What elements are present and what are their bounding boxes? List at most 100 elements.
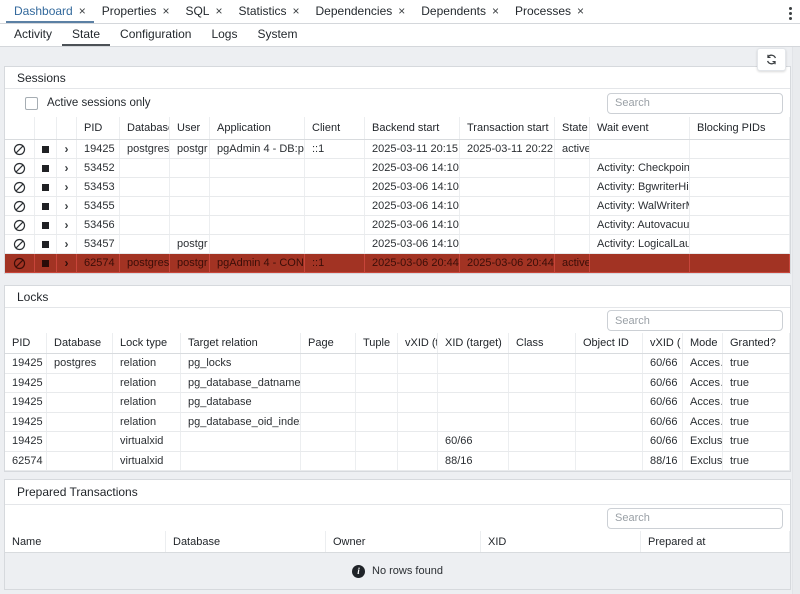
session-row[interactable]: ›53457postgr…2025-03-06 14:10:11 …Activi… (5, 235, 790, 254)
window-tab-processes[interactable]: Processes× (507, 0, 592, 23)
lock-row[interactable]: 19425relationpg_database_oid_index60/66A… (5, 413, 790, 433)
active-sessions-filter[interactable]: Active sessions only (12, 97, 151, 110)
header-cell-user[interactable]: User (170, 117, 210, 139)
terminate-session-button[interactable] (5, 140, 35, 158)
header-cell-transaction-start[interactable]: Transaction start (460, 117, 555, 139)
header-cell-target-relation[interactable]: Target relation (181, 333, 301, 353)
tab-logs[interactable]: Logs (201, 24, 247, 46)
header-cell-object-id[interactable]: Object ID (576, 333, 643, 353)
close-icon[interactable]: × (398, 5, 405, 17)
header-cell-backend-start[interactable]: Backend start (365, 117, 460, 139)
cell (398, 374, 438, 393)
header-cell-lock-type[interactable]: Lock type (113, 333, 181, 353)
kebab-menu-icon[interactable] (784, 4, 797, 23)
cancel-query-button[interactable] (35, 235, 57, 253)
header-cell-state[interactable]: State (555, 117, 590, 139)
lock-row[interactable]: 19425virtualxid60/6660/66Exclusi…true (5, 432, 790, 452)
cell: 53455 (77, 197, 120, 215)
session-row[interactable]: ›534552025-03-06 14:10:11 …Activity: Wal… (5, 197, 790, 216)
window-tab-dependencies[interactable]: Dependencies× (308, 0, 414, 23)
tab-system[interactable]: System (247, 24, 307, 46)
header-cell-mode[interactable]: Mode (683, 333, 723, 353)
header-cell-wait-event[interactable]: Wait event (590, 117, 690, 139)
expand-row-button[interactable]: › (57, 197, 77, 215)
refresh-button[interactable] (757, 48, 786, 71)
header-cell-database[interactable]: Database (47, 333, 113, 353)
lock-row[interactable]: 19425relationpg_database_datname_ind…60/… (5, 374, 790, 394)
header-cell-pid[interactable]: PID (5, 333, 47, 353)
expand-row-button[interactable]: › (57, 254, 77, 272)
vertical-scrollbar[interactable] (792, 47, 800, 594)
terminate-session-button[interactable] (5, 159, 35, 177)
header-cell-database[interactable]: Database (166, 531, 326, 552)
header-cell-vxid-t-[interactable]: vXID (t… (398, 333, 438, 353)
cancel-query-button[interactable] (35, 216, 57, 234)
header-cell-blocking-pids[interactable]: Blocking PIDs (690, 117, 790, 139)
window-tab-dependents[interactable]: Dependents× (413, 0, 507, 23)
header-cell-client[interactable]: Client (305, 117, 365, 139)
close-icon[interactable]: × (79, 5, 86, 17)
window-tab-label: Properties (102, 4, 157, 18)
header-cell-pid[interactable]: PID (77, 117, 120, 139)
window-tab-dashboard[interactable]: Dashboard× (6, 0, 94, 23)
cell (509, 374, 576, 393)
header-cell-prepared-at[interactable]: Prepared at (641, 531, 790, 552)
header-cell-class[interactable]: Class (509, 333, 576, 353)
cell (210, 216, 305, 234)
header-cell-vxid-[interactable]: vXID (… (643, 333, 683, 353)
header-cell-tuple[interactable]: Tuple (356, 333, 398, 353)
header-cell-granted-[interactable]: Granted? (723, 333, 790, 353)
cancel-query-button[interactable] (35, 197, 57, 215)
header-cell-name[interactable]: Name (5, 531, 166, 552)
expand-row-button[interactable]: › (57, 235, 77, 253)
tab-activity[interactable]: Activity (4, 24, 62, 46)
lock-row[interactable]: 19425relationpg_database60/66Acces…true (5, 393, 790, 413)
cancel-query-button[interactable] (35, 178, 57, 196)
window-tab-statistics[interactable]: Statistics× (230, 0, 307, 23)
header-cell-xid[interactable]: XID (481, 531, 641, 552)
close-icon[interactable]: × (492, 5, 499, 17)
terminate-session-button[interactable] (5, 254, 35, 272)
terminate-session-button[interactable] (5, 197, 35, 215)
terminate-session-button[interactable] (5, 235, 35, 253)
lock-row[interactable]: 19425postgresrelationpg_locks60/66Acces…… (5, 354, 790, 374)
sessions-search-input[interactable] (607, 93, 783, 114)
active-sessions-checkbox[interactable] (25, 97, 38, 110)
cell: 2025-03-06 20:44:25 … (365, 254, 460, 272)
cancel-query-button[interactable] (35, 159, 57, 177)
header-cell-owner[interactable]: Owner (326, 531, 481, 552)
tab-state[interactable]: State (62, 24, 110, 46)
header-cell-application[interactable]: Application (210, 117, 305, 139)
session-row[interactable]: ›62574postgrespostgr…pgAdmin 4 - CONN:6…… (5, 254, 790, 273)
header-cell-xid-target-[interactable]: XID (target) (438, 333, 509, 353)
expand-row-button[interactable]: › (57, 216, 77, 234)
cell (398, 432, 438, 451)
prepared-transactions-title: Prepared Transactions (5, 480, 790, 505)
close-icon[interactable]: × (215, 5, 222, 17)
header-cell-database[interactable]: Database (120, 117, 170, 139)
session-row[interactable]: ›534532025-03-06 14:10:11 …Activity: Bgw… (5, 178, 790, 197)
locks-search-input[interactable] (607, 310, 783, 331)
prepared-search-input[interactable] (607, 508, 783, 529)
session-row[interactable]: ›534522025-03-06 14:10:11 …Activity: Che… (5, 159, 790, 178)
close-icon[interactable]: × (577, 5, 584, 17)
expand-row-button[interactable]: › (57, 178, 77, 196)
window-tab-properties[interactable]: Properties × (94, 0, 178, 23)
close-icon[interactable]: × (162, 5, 169, 17)
session-row[interactable]: ›534562025-03-06 14:10:11 …Activity: Aut… (5, 216, 790, 235)
header-cell-page[interactable]: Page (301, 333, 356, 353)
tab-configuration[interactable]: Configuration (110, 24, 201, 46)
lock-row[interactable]: 62574virtualxid88/1688/16Exclusi…true (5, 452, 790, 472)
cell: 2025-03-06 14:10:11 … (365, 197, 460, 215)
session-row[interactable]: ›19425postgrespostgr…pgAdmin 4 - DB:post… (5, 140, 790, 159)
window-tab-sql[interactable]: SQL× (177, 0, 230, 23)
expand-row-button[interactable]: › (57, 140, 77, 158)
terminate-session-button[interactable] (5, 178, 35, 196)
expand-row-button[interactable]: › (57, 159, 77, 177)
cancel-query-button[interactable] (35, 140, 57, 158)
terminate-session-button[interactable] (5, 216, 35, 234)
cell (356, 432, 398, 451)
close-icon[interactable]: × (293, 5, 300, 17)
cell: Acces… (683, 393, 723, 412)
cancel-query-button[interactable] (35, 254, 57, 272)
